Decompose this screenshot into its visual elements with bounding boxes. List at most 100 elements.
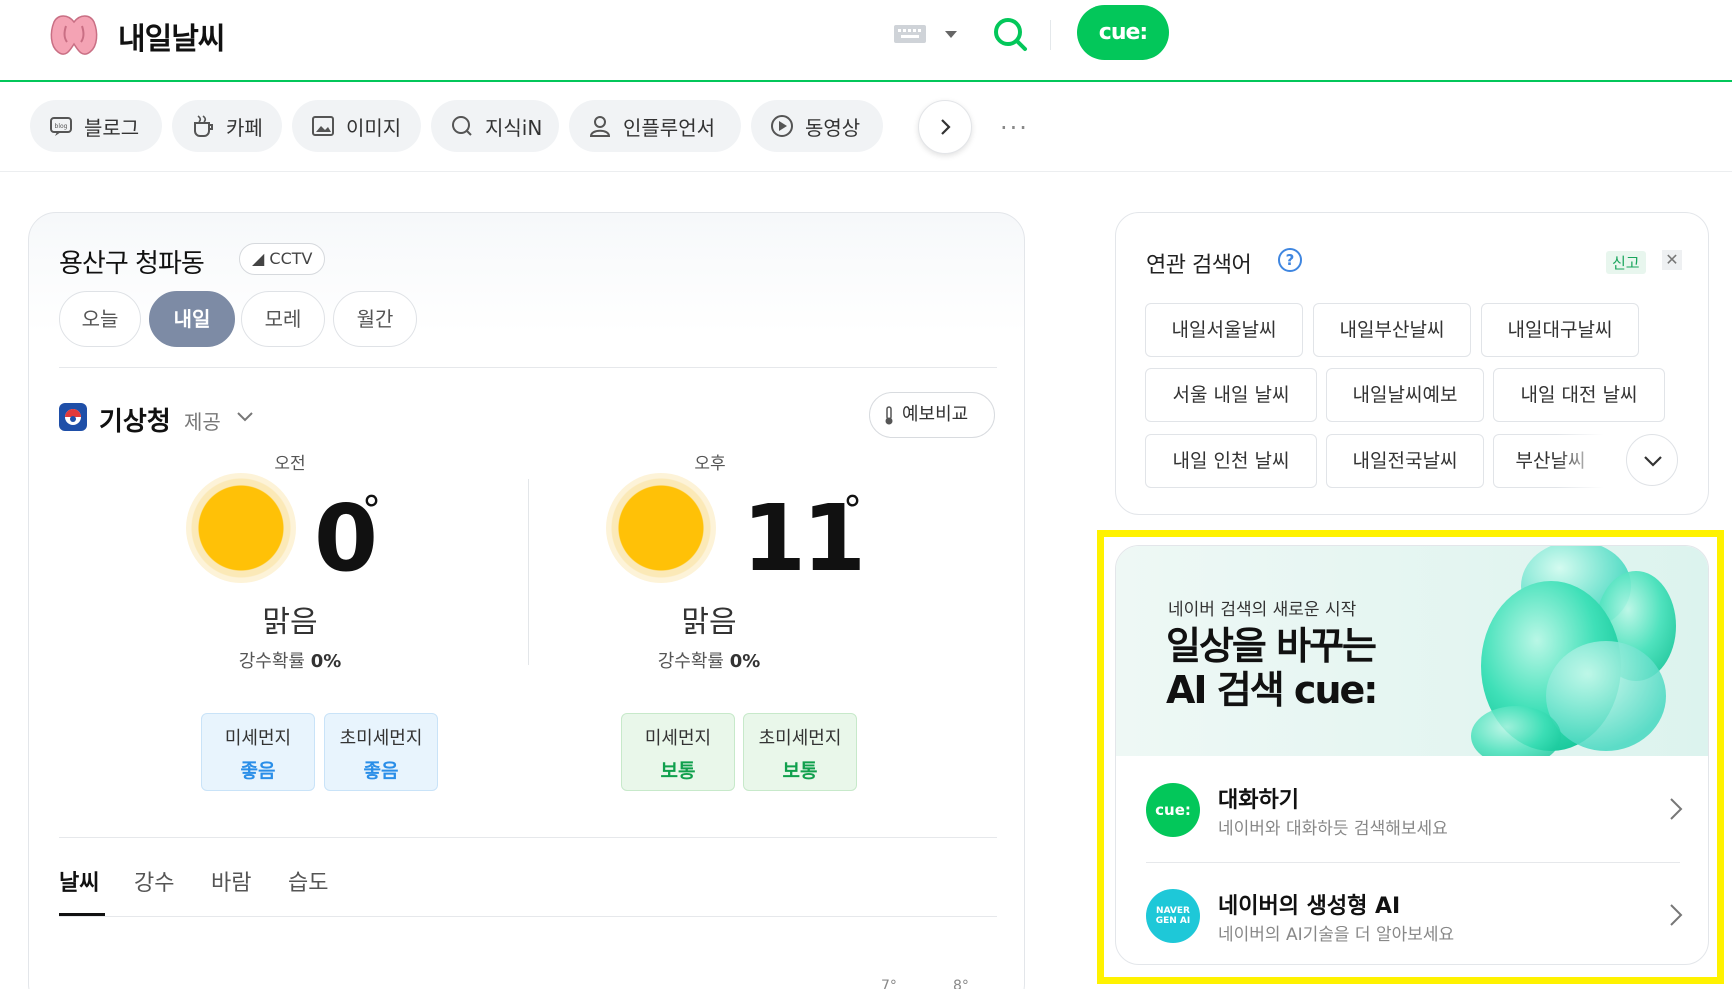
search-tabs: blog 블로그 카페 이미지 지식iN 인플루언서 동영상 ··· [0,84,1732,172]
pm-ultrafine-dust[interactable]: 초미세먼지 보통 [743,713,857,791]
tab-today[interactable]: 오늘 [59,291,141,347]
weather-card: 용산구 청파동 ◢ CCTV 오늘 내일 모레 월간 기상청 제공 예보비교 오… [28,212,1025,989]
search-icon[interactable] [990,14,1030,54]
cctv-icon: ◢ [252,249,270,268]
divider [59,916,997,917]
chevron-down-icon [1644,456,1662,467]
header-divider [1050,20,1051,50]
tab-monthly[interactable]: 월간 [333,291,417,347]
sunny-icon [186,473,296,583]
report-button[interactable]: 신고 [1606,251,1646,274]
dust-label: 미세먼지 [224,728,292,749]
pm-rain: 강수확률 0% [609,647,809,673]
tab-label: 카페 [226,115,263,140]
dust-value: 좋음 [363,760,399,782]
tab-kin[interactable]: 지식iN [431,100,559,152]
am-ultrafine-dust[interactable]: 초미세먼지 좋음 [324,713,438,791]
compare-label: 예보비교 [902,404,969,425]
sunny-icon [606,473,716,583]
pm-label: 오후 [694,454,726,474]
subtab-weather[interactable]: 날씨 [59,865,99,897]
dust-label: 초미세먼지 [339,728,423,749]
location-name[interactable]: 용산구 청파동 [59,243,205,280]
tabs-next-button[interactable] [918,100,972,154]
blog-icon: blog [50,117,72,136]
tab-day-after[interactable]: 모레 [241,291,325,347]
dust-value: 좋음 [240,760,276,782]
provider-sub: 제공 [184,410,221,434]
header: 내일날씨 cue: [0,0,1732,82]
rain-label: 강수확률 [657,651,724,672]
kin-icon [452,116,472,136]
keyword-chip[interactable]: 서울 내일 날씨 [1145,368,1317,422]
am-rain: 강수확률 0% [190,647,390,673]
thermometer-icon [885,406,893,425]
expand-keywords-button[interactable] [1626,434,1678,486]
tab-label: 이미지 [346,115,402,140]
cue-button[interactable]: cue: [1077,5,1169,60]
tab-influencer[interactable]: 인플루언서 [569,100,741,152]
cctv-label: CCTV [269,249,313,268]
chevron-down-icon[interactable] [943,27,959,41]
am-condition: 맑음 [262,605,318,640]
more-tabs-button[interactable]: ··· [1000,114,1029,142]
dust-label: 미세먼지 [644,728,712,749]
divider [59,837,997,838]
keyword-fade [1556,434,1616,490]
cafe-icon [194,115,213,137]
search-query[interactable]: 내일날씨 [118,14,225,58]
chart-tick: 7° [881,978,897,989]
close-icon[interactable]: ✕ [1662,250,1682,270]
influencer-icon [589,116,611,137]
forecast-compare-button[interactable]: 예보비교 [869,392,995,438]
dust-value: 보통 [660,760,696,782]
am-degree: ° [362,488,381,532]
related-title: 연관 검색어 [1146,253,1252,278]
provider-name[interactable]: 기상청 [99,401,171,438]
pm-fine-dust[interactable]: 미세먼지 보통 [621,713,735,791]
keyword-chip[interactable]: 내일날씨예보 [1326,368,1484,422]
chevron-right-icon [941,119,951,135]
keyword-chip[interactable]: 내일전국날씨 [1326,434,1484,488]
image-icon [312,116,334,136]
keyword-chip[interactable]: 내일 인천 날씨 [1145,434,1317,488]
chevron-down-icon[interactable] [235,409,255,425]
tab-label: 지식iN [485,115,543,140]
divider [59,367,997,368]
tab-blog[interactable]: blog 블로그 [30,100,162,152]
tab-cafe[interactable]: 카페 [172,100,282,152]
am-pm-divider [528,479,529,665]
tab-image[interactable]: 이미지 [292,100,421,152]
keyword-chip[interactable]: 내일 대전 날씨 [1493,368,1665,422]
subtab-humidity[interactable]: 습도 [288,865,328,897]
subtab-precipitation[interactable]: 강수 [134,865,174,897]
am-fine-dust[interactable]: 미세먼지 좋음 [201,713,315,791]
query-logo-icon [50,15,98,55]
tab-label: 인플루언서 [623,115,715,140]
tab-label: 동영상 [805,115,861,140]
rain-value: 0% [310,651,342,672]
pm-degree: ° [843,488,862,532]
chart-tick: 8° [953,978,969,989]
keyword-chip[interactable]: 내일대구날씨 [1481,303,1639,357]
video-icon [771,115,793,137]
highlight-box [1097,530,1724,984]
help-icon[interactable]: ? [1278,248,1302,272]
keyboard-icon[interactable] [893,24,927,44]
dust-label: 초미세먼지 [758,728,842,749]
dust-value: 보통 [782,760,818,782]
tab-label: 블로그 [84,115,140,140]
tab-video[interactable]: 동영상 [751,100,883,152]
cctv-button[interactable]: ◢ CCTV [239,243,326,275]
am-label: 오전 [274,454,306,474]
subtab-wind[interactable]: 바람 [211,865,251,897]
keyword-chip[interactable]: 내일서울날씨 [1145,303,1303,357]
related-keywords-card: 연관 검색어 ? 신고 ✕ 내일서울날씨 내일부산날씨 내일대구날씨 서울 내일… [1115,212,1709,515]
rain-label: 강수확률 [238,651,305,672]
kma-logo-icon [59,403,87,431]
rain-value: 0% [729,651,761,672]
keyword-chip[interactable]: 내일부산날씨 [1313,303,1471,357]
tab-tomorrow[interactable]: 내일 [149,291,235,347]
svg-text:blog: blog [55,123,68,130]
search-results-page: 내일날씨 cue: blog 블로그 카페 이미지 지식iN 인플루언서 동영상… [0,0,1732,989]
